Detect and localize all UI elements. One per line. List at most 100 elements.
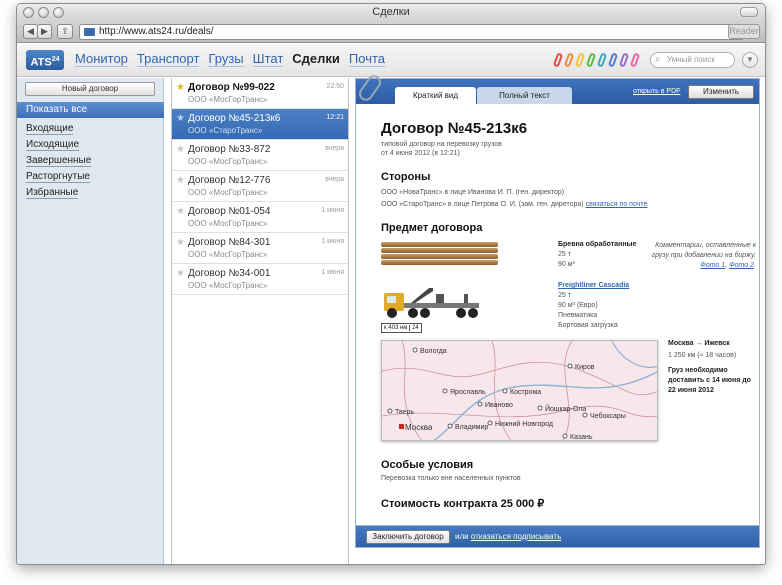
truck-suspension: Пневматика [558,312,598,319]
color-tag-icon[interactable] [574,52,586,68]
star-icon[interactable]: ★ [176,268,185,279]
deal-title: Договор №34-001 [188,268,271,279]
sign-contract-button[interactable]: Заключить договор [366,530,450,544]
tab-brief[interactable]: Краткий вид [395,87,476,104]
deal-title: Договор №99-022 [188,82,275,93]
deal-company: ООО «МосГорТранс» [188,250,268,259]
color-tag-icon[interactable] [552,52,564,68]
star-icon[interactable]: ★ [176,175,185,186]
deal-row[interactable]: ★ Договор №45-213к6 ООО «СтароТранс» 12:21 [172,109,348,140]
contact-by-email-link[interactable]: связаться по почте [586,201,648,208]
deal-row[interactable]: ★ Договор №84-301 ООО «МосГорТранс» 1 июня [172,233,348,264]
open-pdf-link[interactable]: открыть в PDF [633,88,680,95]
deal-time: вчера [325,176,344,183]
color-tag-icon[interactable] [618,52,630,68]
star-icon[interactable]: ★ [176,237,185,248]
sidebar: Новый договор Показать все Входящие Исход… [17,78,164,564]
deal-row[interactable]: ★ Договор №01-054 ООО «МосГорТранс» 1 июня [172,202,348,233]
star-icon[interactable]: ★ [176,113,185,124]
comment-text: Комментарии, оставленные к грузу при доб… [651,242,756,259]
map-city-label: Йошкар-Ола [545,404,586,413]
nav-item-2[interactable]: Грузы [208,51,244,67]
deals-list: ★ Договор №99-022 ООО «МосГорТранс» 22:50 ★ Д… [171,78,349,564]
color-tag-icon[interactable] [596,52,608,68]
close-window-button[interactable] [23,7,34,18]
plate-number: к 403 нм [384,325,408,331]
smart-search-input[interactable]: ⌕ Умный поиск [650,52,735,68]
deal-title: Договор №01-054 [188,206,271,217]
star-icon[interactable]: ★ [176,82,185,93]
map-city-marker [562,433,568,439]
sidebar-item-2[interactable]: Завершенные [26,154,92,170]
zoom-window-button[interactable] [53,7,64,18]
cargo-name: Бревна обработанные [558,241,637,248]
color-tag-icon[interactable] [563,52,575,68]
deal-title: Договор №33-872 [188,144,271,155]
ats24-logo[interactable]: ATS24 [26,50,64,70]
logs-photo[interactable] [381,240,498,268]
deal-row[interactable]: ★ Договор №12-776 ООО «МосГорТранс» вчера [172,171,348,202]
toolbar-toggle-button[interactable] [740,7,758,17]
url-input[interactable]: http://www.ats24.ru/deals/ ↻ [79,24,744,40]
deal-row[interactable]: ★ Договор №33-872 ООО «МосГорТранс» вчера [172,140,348,171]
map-city-marker [477,401,483,407]
truck-loading: Бортовая загрузка [558,322,618,329]
route-map[interactable]: Вологда Киров Ярославль Кострома Иваново Твер… [381,340,658,441]
menu-chevron-button[interactable]: ▼ [742,52,758,68]
nav-item-5[interactable]: Почта [348,51,386,67]
deal-detail: Краткий вид Полный текст открыть в PDF И… [355,72,760,548]
party-2: ООО «СтароТранс» в лице Петрова О. И. (з… [381,201,647,208]
truck-model-link[interactable]: Freightliner Cascadia [558,282,629,289]
map-city-marker [567,363,573,369]
app-header: ATS24 Монитор Транспорт Грузы Штат Сделки Поч… [17,44,765,77]
route-cities: Москва → Ижевск [668,340,730,347]
tab-full-text[interactable]: Полный текст [477,87,572,104]
deal-time: 1 июня [321,269,344,276]
refuse-sign-link[interactable]: отказаться подписывать [471,532,561,541]
minimize-window-button[interactable] [38,7,49,18]
sidebar-item-label: Расторгнутые [26,171,90,183]
deal-row[interactable]: ★ Договор №99-022 ООО «МосГорТранс» 22:50 [172,78,348,109]
nav-item-1[interactable]: Транспорт [136,51,200,67]
nav-item-3[interactable]: Штат [252,51,284,67]
color-tag-icon[interactable] [629,52,641,68]
map-city-label: Нижний Новгород [495,420,553,428]
truck-photo[interactable] [381,283,491,323]
deal-company: ООО «МосГорТранс» [188,95,268,104]
sidebar-item-0[interactable]: Входящие [26,122,91,138]
delivery-window: Груз необходимо доставить с 14 июня до 2… [668,367,751,394]
sidebar-item-label: Исходящие [26,139,80,151]
nav-item-4[interactable]: Сделки [292,51,340,66]
reader-button[interactable]: Reader [728,24,760,39]
detail-footer: Заключить договор или отказаться подписы… [355,525,760,548]
share-button[interactable]: ⇪ [57,24,73,39]
map-city-marker [487,420,493,426]
cargo-weight: 25 т [558,251,571,258]
special-conditions-heading: Особые условия [381,459,474,471]
star-icon[interactable]: ★ [176,144,185,155]
map-city-label: Казань [570,434,593,441]
deal-row[interactable]: ★ Договор №34-001 ООО «МосГорТранс» 1 июня [172,264,348,295]
nav-item-0[interactable]: Монитор [75,51,128,67]
sidebar-item-4[interactable]: Избранные [26,186,91,202]
edit-button[interactable]: Изменить [688,85,754,99]
star-icon[interactable]: ★ [176,206,185,217]
party-2-text: ООО «СтароТранс» в лице Петрова О. И. (з… [381,201,584,208]
photo-2-link[interactable]: Фото 2 [729,262,754,269]
map-city-label: Ярославль [450,389,486,396]
sidebar-item-all[interactable]: Показать все [17,102,164,118]
favicon-icon [84,28,95,36]
new-contract-button[interactable]: Новый договор [25,82,155,96]
back-button[interactable]: ◀ [23,24,38,39]
sidebar-item-1[interactable]: Исходящие [26,138,91,154]
truck-weight: 25 т [558,292,571,299]
forward-button[interactable]: ▶ [37,24,52,39]
deal-title: Договор №45-213к6 [188,113,281,124]
deal-date: от 4 июня 2012 (в 12:21) [381,150,460,157]
photo-1-link[interactable]: Фото 1 [700,262,725,269]
color-tag-icon[interactable] [607,52,619,68]
sidebar-item-3[interactable]: Расторгнутые [26,170,91,186]
map-city-marker [582,412,588,418]
color-tag-icon[interactable] [585,52,597,68]
deal-time: 1 июня [321,238,344,245]
